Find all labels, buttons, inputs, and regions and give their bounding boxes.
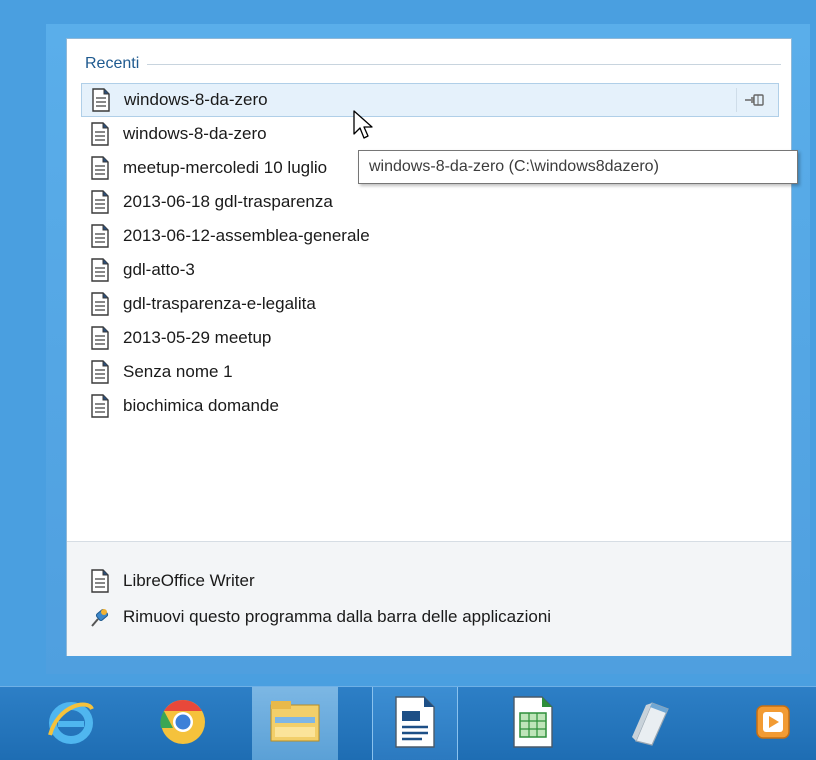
media-app-icon bbox=[751, 700, 795, 748]
taskbar-media-button[interactable] bbox=[730, 687, 816, 760]
recent-item-label: windows-8-da-zero bbox=[124, 90, 268, 109]
recent-item-label: Senza nome 1 bbox=[123, 362, 233, 381]
recent-item-5[interactable]: 2013-06-12-assemblea-generale bbox=[81, 219, 779, 253]
libreoffice-calc-icon bbox=[510, 695, 556, 753]
taskbar-notepad-button[interactable] bbox=[606, 687, 692, 760]
mouse-cursor-icon bbox=[353, 110, 375, 142]
document-icon bbox=[89, 258, 111, 282]
taskbar-calc-button[interactable] bbox=[490, 687, 576, 760]
document-icon bbox=[89, 394, 111, 418]
taskbar bbox=[0, 686, 816, 760]
recent-item-label: 2013-05-29 meetup bbox=[123, 328, 272, 347]
document-icon bbox=[89, 326, 111, 350]
recent-item-4[interactable]: 2013-06-18 gdl-trasparenza bbox=[81, 185, 779, 219]
recent-header-title: Recenti bbox=[85, 55, 140, 72]
pin-icon[interactable] bbox=[736, 88, 772, 112]
document-icon bbox=[89, 292, 111, 316]
header-divider bbox=[147, 63, 781, 65]
document-icon bbox=[90, 88, 112, 112]
taskbar-ie-button[interactable] bbox=[28, 687, 114, 760]
taskbar-chrome-button[interactable] bbox=[140, 687, 226, 760]
document-icon bbox=[89, 156, 111, 180]
recent-item-label: 2013-06-18 gdl-trasparenza bbox=[123, 192, 333, 211]
document-icon bbox=[89, 569, 111, 593]
taskbar-writer-button[interactable] bbox=[372, 687, 458, 760]
libreoffice-writer-icon bbox=[392, 695, 438, 753]
document-icon bbox=[89, 122, 111, 146]
recent-item-label: meetup-mercoledi 10 luglio bbox=[123, 158, 328, 177]
taskbar-explorer-button[interactable] bbox=[252, 687, 338, 760]
notepad-icon bbox=[622, 695, 676, 753]
document-icon bbox=[89, 360, 111, 384]
recent-item-label: 2013-06-12-assemblea-generale bbox=[123, 226, 370, 245]
file-explorer-icon bbox=[267, 697, 323, 751]
task-label: LibreOffice Writer bbox=[123, 571, 255, 590]
recent-item-label: windows-8-da-zero bbox=[123, 124, 267, 143]
recent-item-label: gdl-atto-3 bbox=[123, 260, 195, 279]
chrome-icon bbox=[156, 695, 210, 753]
recent-item-6[interactable]: gdl-atto-3 bbox=[81, 253, 779, 287]
recent-section-header: Recenti bbox=[85, 53, 781, 75]
task-label: Rimuovi questo programma dalla barra del… bbox=[123, 607, 552, 626]
document-icon bbox=[89, 224, 111, 248]
unpin-icon bbox=[89, 605, 111, 629]
recent-item-2[interactable]: windows-8-da-zero bbox=[81, 117, 779, 151]
recent-item-label: gdl-trasparenza-e-legalita bbox=[123, 294, 316, 313]
recent-item-1[interactable]: windows-8-da-zero bbox=[81, 83, 779, 117]
recent-item-label: biochimica domande bbox=[123, 396, 279, 415]
document-icon bbox=[89, 190, 111, 214]
task-open-writer[interactable]: LibreOffice Writer bbox=[81, 564, 779, 598]
recent-item-10[interactable]: biochimica domande bbox=[81, 389, 779, 423]
jumplist-panel: Recenti windows-8-da-zero windows-8-da-z… bbox=[66, 38, 792, 656]
recent-item-8[interactable]: 2013-05-29 meetup bbox=[81, 321, 779, 355]
task-unpin-program[interactable]: Rimuovi questo programma dalla barra del… bbox=[81, 600, 779, 634]
recent-item-7[interactable]: gdl-trasparenza-e-legalita bbox=[81, 287, 779, 321]
tasks-section: LibreOffice Writer Rimuovi questo progra… bbox=[67, 542, 791, 656]
tooltip: windows-8-da-zero (C:\windows8dazero) bbox=[358, 150, 798, 184]
internet-explorer-icon bbox=[44, 695, 98, 753]
recent-item-9[interactable]: Senza nome 1 bbox=[81, 355, 779, 389]
